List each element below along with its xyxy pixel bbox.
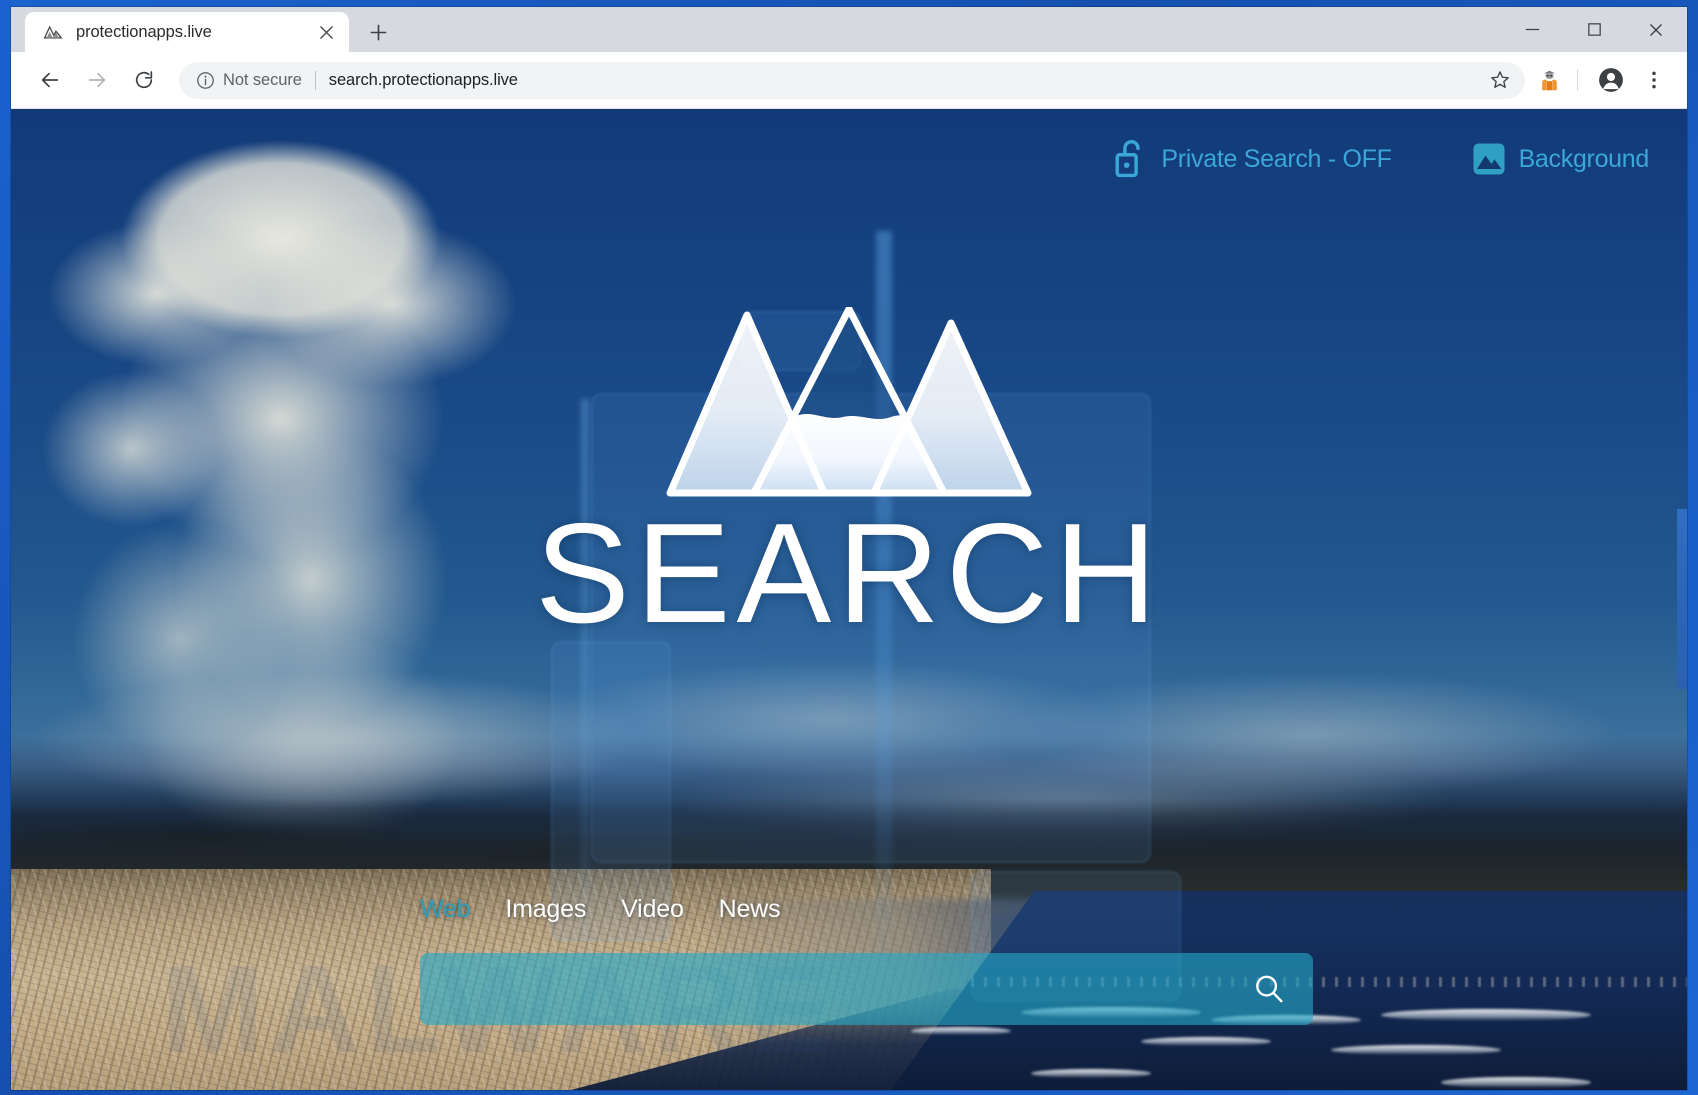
page-content: Private Search - OFF Background SEARCH W… [11,109,1687,1090]
private-search-label: Private Search - OFF [1161,144,1392,173]
url-text[interactable]: search.protectionapps.live [329,71,1483,90]
search-tab-news[interactable]: News [719,895,781,924]
search-submit-button[interactable] [1247,967,1291,1011]
logo-wordmark: SEARCH [535,494,1163,653]
tab-close-icon[interactable] [313,19,339,45]
omnibox-separator [314,70,316,90]
triple-mountain-logo-icon [666,307,1032,497]
search-tab-video[interactable]: Video [621,895,684,924]
unlocked-padlock-icon [1115,139,1141,178]
profile-avatar-icon[interactable] [1592,61,1630,99]
forward-button-icon[interactable] [78,61,116,99]
omnibox[interactable]: Not secure search.protectionapps.live [179,61,1525,99]
reload-button-icon[interactable] [125,61,163,99]
chrome-menu-icon[interactable] [1635,61,1673,99]
site-logo: SEARCH [535,307,1157,645]
search-input[interactable] [446,975,1247,1003]
window-controls [1501,7,1687,52]
browser-toolbar: Not secure search.protectionapps.live [11,52,1687,109]
extension-icon[interactable] [1530,61,1568,99]
browser-window: protectionapps.live Not secure search.pr… [11,7,1687,1090]
search-tab-web[interactable]: Web [420,895,471,924]
info-circle-icon [197,71,214,89]
new-tab-button[interactable] [361,15,395,49]
tab-title: protectionapps.live [76,22,212,41]
image-mountain-icon [1473,143,1505,175]
not-secure-label: Not secure [223,70,302,89]
window-maximize-button[interactable] [1563,7,1625,52]
background-button[interactable]: Background [1472,142,1649,176]
top-controls-bar: Private Search - OFF Background [1114,139,1649,179]
mountain-favicon [43,25,63,39]
search-bar[interactable] [420,953,1313,1025]
search-tab-images[interactable]: Images [505,895,586,924]
desktop-backdrop: protectionapps.live Not secure search.pr… [0,0,1698,1095]
bookmark-star-icon[interactable] [1483,63,1517,97]
magnifier-icon [1256,975,1283,1003]
private-search-toggle[interactable]: Private Search - OFF [1114,139,1392,179]
back-button-icon[interactable] [31,61,69,99]
window-close-button[interactable] [1625,7,1687,52]
tab-strip: protectionapps.live [11,7,1687,52]
browser-tab[interactable]: protectionapps.live [25,12,349,52]
page-viewport: MALWARE Private Search - OFF [11,109,1687,1090]
toolbar-separator [1577,69,1578,91]
security-chip[interactable]: Not secure [196,71,302,90]
background-label: Background [1518,144,1650,173]
search-nav-tabs: Web Images Video News [420,895,781,924]
window-minimize-button[interactable] [1501,7,1563,52]
